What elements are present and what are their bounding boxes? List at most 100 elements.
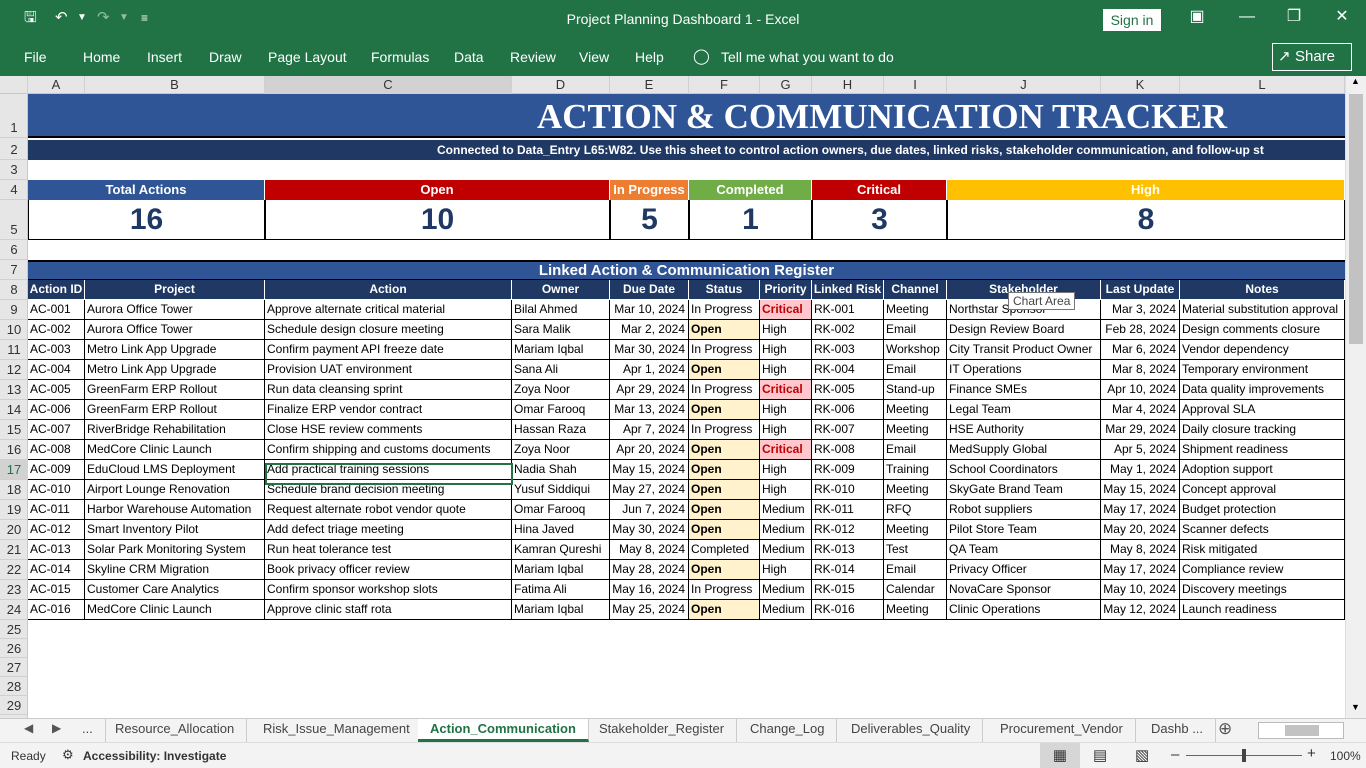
cell-linked-risk[interactable]: RK-016: [812, 600, 884, 620]
cell-status[interactable]: Open: [689, 520, 760, 540]
cell-linked-risk[interactable]: RK-009: [812, 460, 884, 480]
row-header[interactable]: 27: [0, 658, 28, 677]
active-cell[interactable]: [265, 463, 513, 485]
cell-status[interactable]: Open: [689, 460, 760, 480]
column-header[interactable]: G: [760, 76, 812, 94]
row-header[interactable]: 29: [0, 696, 28, 715]
row-header[interactable]: 18: [0, 480, 28, 500]
tab-page-layout[interactable]: Page Layout: [268, 49, 347, 65]
cell-owner[interactable]: Zoya Noor: [512, 440, 610, 460]
cell-action-id[interactable]: AC-001: [28, 300, 85, 320]
accessibility-status[interactable]: Accessibility: Investigate: [83, 749, 226, 763]
cell-priority[interactable]: Medium: [760, 520, 812, 540]
tab-file[interactable]: File: [24, 49, 47, 65]
cell-project[interactable]: Metro Link App Upgrade: [85, 360, 265, 380]
sheet-tab-stakeholder-register[interactable]: Stakeholder_Register: [587, 719, 738, 742]
cell-notes[interactable]: Material substitution approval: [1180, 300, 1345, 320]
row-header[interactable]: 21: [0, 540, 28, 560]
cell-linked-risk[interactable]: RK-011: [812, 500, 884, 520]
cell-channel[interactable]: Meeting: [884, 300, 947, 320]
cell-notes[interactable]: Vendor dependency: [1180, 340, 1345, 360]
cell-channel[interactable]: Calendar: [884, 580, 947, 600]
row-header[interactable]: 9: [0, 300, 28, 320]
cell-linked-risk[interactable]: RK-001: [812, 300, 884, 320]
cell-action-id[interactable]: AC-009: [28, 460, 85, 480]
column-header[interactable]: J: [947, 76, 1101, 94]
row-header[interactable]: 20: [0, 520, 28, 540]
h-scroll-thumb[interactable]: [1285, 725, 1319, 736]
cell-notes[interactable]: Shipment readiness: [1180, 440, 1345, 460]
cell-owner[interactable]: Omar Farooq: [512, 400, 610, 420]
cell-action[interactable]: Provision UAT environment: [265, 360, 512, 380]
cell-last-update[interactable]: May 17, 2024: [1101, 500, 1180, 520]
close-icon[interactable]: ✕: [1330, 7, 1354, 27]
prev-sheet-icon[interactable]: ◀: [24, 721, 33, 735]
cell-action-id[interactable]: AC-010: [28, 480, 85, 500]
tab-insert[interactable]: Insert: [147, 49, 182, 65]
cell-last-update[interactable]: May 10, 2024: [1101, 580, 1180, 600]
cell-owner[interactable]: Zoya Noor: [512, 380, 610, 400]
cell-action[interactable]: Run data cleansing sprint: [265, 380, 512, 400]
cell-action[interactable]: Confirm sponsor workshop slots: [265, 580, 512, 600]
cell-channel[interactable]: Email: [884, 360, 947, 380]
cell-last-update[interactable]: Apr 5, 2024: [1101, 440, 1180, 460]
horizontal-scrollbar[interactable]: [1258, 722, 1344, 739]
tell-me-search[interactable]: Tell me what you want to do: [721, 49, 894, 65]
undo-icon[interactable]: ↶: [55, 9, 68, 27]
column-header[interactable]: F: [689, 76, 760, 94]
cell-action-id[interactable]: AC-013: [28, 540, 85, 560]
cell-project[interactable]: GreenFarm ERP Rollout: [85, 380, 265, 400]
row-header[interactable]: 8: [0, 280, 28, 300]
undo-dropdown-icon[interactable]: ▼: [77, 9, 87, 27]
cell-action[interactable]: Run heat tolerance test: [265, 540, 512, 560]
cell-stakeholder[interactable]: Finance SMEs: [947, 380, 1101, 400]
sheet-tab-action-communication[interactable]: Action_Communication: [418, 719, 589, 742]
cell-action-id[interactable]: AC-012: [28, 520, 85, 540]
cell-owner[interactable]: Bilal Ahmed: [512, 300, 610, 320]
cell-priority[interactable]: High: [760, 560, 812, 580]
cell-priority[interactable]: High: [760, 320, 812, 340]
row-header[interactable]: 11: [0, 340, 28, 360]
cell-status[interactable]: In Progress: [689, 340, 760, 360]
cell-priority[interactable]: High: [760, 360, 812, 380]
sheet-tab-resource-allocation[interactable]: Resource_Allocation: [103, 719, 248, 742]
customize-qat-icon[interactable]: ≡: [141, 9, 148, 27]
column-header[interactable]: C: [265, 76, 512, 94]
row-header[interactable]: 15: [0, 420, 28, 440]
cell-status[interactable]: In Progress: [689, 580, 760, 600]
cell-stakeholder[interactable]: Clinic Operations: [947, 600, 1101, 620]
new-sheet-icon[interactable]: ⊕: [1218, 719, 1232, 739]
cell-stakeholder[interactable]: QA Team: [947, 540, 1101, 560]
cell-stakeholder[interactable]: IT Operations: [947, 360, 1101, 380]
cell-linked-risk[interactable]: RK-013: [812, 540, 884, 560]
cell-action[interactable]: Finalize ERP vendor contract: [265, 400, 512, 420]
cell-due-date[interactable]: May 16, 2024: [610, 580, 689, 600]
column-header[interactable]: D: [512, 76, 610, 94]
cell-linked-risk[interactable]: RK-004: [812, 360, 884, 380]
cell-project[interactable]: Harbor Warehouse Automation: [85, 500, 265, 520]
cell-status[interactable]: Open: [689, 600, 760, 620]
cell-project[interactable]: Metro Link App Upgrade: [85, 340, 265, 360]
column-header[interactable]: A: [28, 76, 85, 94]
row-header[interactable]: 25: [0, 620, 28, 639]
more-sheets[interactable]: ...: [70, 719, 106, 742]
cell-owner[interactable]: Mariam Iqbal: [512, 600, 610, 620]
cell-owner[interactable]: Omar Farooq: [512, 500, 610, 520]
cell-notes[interactable]: Design comments closure: [1180, 320, 1345, 340]
cell-notes[interactable]: Approval SLA: [1180, 400, 1345, 420]
row-header[interactable]: 28: [0, 677, 28, 696]
sheet-tab-change-log[interactable]: Change_Log: [738, 719, 838, 742]
row-header[interactable]: 5: [0, 200, 28, 240]
row-header[interactable]: 23: [0, 580, 28, 600]
cell-priority[interactable]: Medium: [760, 600, 812, 620]
column-header[interactable]: L: [1180, 76, 1345, 94]
cell-status[interactable]: In Progress: [689, 420, 760, 440]
row-header[interactable]: 16: [0, 440, 28, 460]
cell-priority[interactable]: Critical: [760, 300, 812, 320]
tab-home[interactable]: Home: [83, 49, 120, 65]
zoom-slider-thumb[interactable]: [1242, 749, 1246, 762]
cell-channel[interactable]: Stand-up: [884, 380, 947, 400]
cell-channel[interactable]: Email: [884, 320, 947, 340]
cell-linked-risk[interactable]: RK-012: [812, 520, 884, 540]
cell-due-date[interactable]: May 8, 2024: [610, 540, 689, 560]
